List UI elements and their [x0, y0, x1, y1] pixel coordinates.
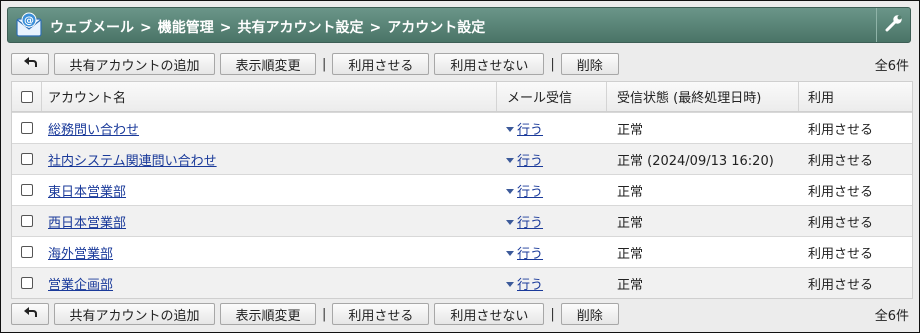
use-cell: 利用させる [808, 246, 874, 262]
status-cell: 正常 [617, 246, 644, 262]
status-cell: 正常 [617, 215, 644, 231]
mail-receive-cell: 行う [497, 144, 607, 174]
row-checkbox-cell [12, 175, 42, 205]
disable-button[interactable]: 利用させない [434, 303, 545, 325]
mail-receive-cell: 行う [497, 237, 607, 267]
status-cell: 正常 [617, 277, 644, 293]
toolbar-divider: | [322, 306, 327, 322]
row-checkbox[interactable] [21, 277, 33, 289]
add-shared-account-button[interactable]: 共有アカウントの追加 [54, 303, 215, 325]
column-header-receive-status[interactable]: 受信状態 (最終処理日時) [607, 82, 799, 111]
column-header-mail-receive[interactable]: メール受信 [497, 82, 607, 111]
table-header-row: アカウント名 メール受信 受信状態 (最終処理日時) 利用 [12, 82, 912, 112]
row-checkbox[interactable] [21, 153, 33, 165]
enable-button[interactable]: 利用させる [332, 303, 430, 325]
account-name-link[interactable]: 東日本営業部 [48, 181, 126, 200]
use-cell: 利用させる [808, 215, 874, 231]
column-header-use[interactable]: 利用 [799, 82, 912, 111]
toolbar-top: 共有アカウントの追加 表示順変更 | 利用させる 利用させない | 削除 全6件 [11, 53, 911, 75]
change-order-button[interactable]: 表示順変更 [220, 303, 316, 325]
account-name-link[interactable]: 総務問い合わせ [48, 119, 139, 138]
table-row: 総務問い合わせ 行う 正常 利用させる [12, 112, 912, 143]
table-row: 海外営業部 行う 正常 利用させる [12, 236, 912, 267]
mail-receive-cell: 行う [497, 206, 607, 236]
account-name-link[interactable]: 西日本営業部 [48, 212, 126, 231]
column-header-account-name[interactable]: アカウント名 [42, 82, 497, 111]
use-cell: 利用させる [808, 184, 874, 200]
enable-button[interactable]: 利用させる [332, 53, 430, 75]
back-arrow-icon [23, 306, 37, 322]
breadcrumb-item-function-management[interactable]: 機能管理 [158, 20, 214, 36]
status-cell: 正常 [617, 184, 644, 200]
mail-receive-link[interactable]: 行う [517, 243, 543, 262]
accounts-table: アカウント名 メール受信 受信状態 (最終処理日時) 利用 総務問い合わせ 行う… [11, 81, 913, 299]
disable-button[interactable]: 利用させない [434, 53, 545, 75]
delete-button[interactable]: 削除 [560, 53, 619, 75]
triangle-down-icon[interactable] [506, 157, 514, 163]
row-checkbox-cell [12, 206, 42, 236]
wrench-icon [884, 13, 904, 37]
change-order-button[interactable]: 表示順変更 [220, 53, 316, 75]
breadcrumb-item-shared-account-settings[interactable]: 共有アカウント設定 [237, 20, 363, 36]
table-row: 東日本営業部 行う 正常 利用させる [12, 174, 912, 205]
status-cell: 正常 [617, 122, 644, 138]
svg-text:@: @ [24, 16, 34, 27]
total-count: 全6件 [874, 308, 909, 324]
back-button[interactable] [11, 303, 49, 325]
select-all-checkbox[interactable] [20, 90, 33, 103]
row-checkbox[interactable] [21, 246, 33, 258]
mail-receive-link[interactable]: 行う [517, 274, 543, 293]
use-cell: 利用させる [808, 153, 874, 169]
row-checkbox-cell [12, 268, 42, 298]
breadcrumb-separator: > [219, 20, 232, 36]
triangle-down-icon[interactable] [506, 281, 514, 287]
triangle-down-icon[interactable] [506, 250, 514, 256]
select-all-cell [12, 82, 42, 111]
breadcrumb-item-webmail[interactable]: ウェブメール [50, 20, 134, 36]
back-arrow-icon [23, 56, 37, 72]
account-name-link[interactable]: 海外営業部 [48, 243, 113, 262]
row-checkbox[interactable] [21, 184, 33, 196]
breadcrumb-separator: > [369, 20, 382, 36]
row-checkbox[interactable] [21, 122, 33, 134]
use-cell: 利用させる [808, 277, 874, 293]
total-count: 全6件 [874, 58, 909, 74]
add-shared-account-button[interactable]: 共有アカウントの追加 [54, 53, 215, 75]
mail-receive-link[interactable]: 行う [517, 150, 543, 169]
triangle-down-icon[interactable] [506, 219, 514, 225]
toolbar-bottom: 共有アカウントの追加 表示順変更 | 利用させる 利用させない | 削除 全6件 [11, 303, 911, 325]
triangle-down-icon[interactable] [506, 126, 514, 132]
breadcrumb-separator: > [140, 20, 152, 36]
mail-receive-cell: 行う [497, 175, 607, 205]
breadcrumb-item-account-settings: アカウント設定 [387, 20, 486, 36]
account-name-link[interactable]: 社内システム関連問い合わせ [48, 150, 217, 169]
breadcrumb: ウェブメール > 機能管理 > 共有アカウント設定 > アカウント設定 [50, 17, 485, 37]
table-row: 営業企画部 行う 正常 利用させる [12, 267, 912, 298]
status-cell: 正常 (2024/09/13 16:20) [617, 153, 774, 169]
delete-button[interactable]: 削除 [560, 303, 619, 325]
table-row: 社内システム関連問い合わせ 行う 正常 (2024/09/13 16:20) 利… [12, 143, 912, 174]
row-checkbox-cell [12, 237, 42, 267]
mail-receive-cell: 行う [497, 268, 607, 298]
triangle-down-icon[interactable] [506, 188, 514, 194]
webmail-envelope-icon: @ [16, 12, 42, 38]
back-button[interactable] [11, 53, 49, 75]
mail-receive-link[interactable]: 行う [517, 181, 543, 200]
toolbar-divider: | [550, 306, 555, 322]
settings-button[interactable] [876, 8, 910, 42]
use-cell: 利用させる [808, 122, 874, 138]
main-frame: @ ウェブメール > 機能管理 > 共有アカウント設定 > アカウント設定 共有… [0, 0, 920, 333]
row-checkbox-cell [12, 144, 42, 174]
toolbar-divider: | [550, 56, 555, 72]
row-checkbox[interactable] [21, 215, 33, 227]
row-checkbox-cell [12, 113, 42, 143]
mail-receive-link[interactable]: 行う [517, 119, 543, 138]
mail-receive-cell: 行う [497, 113, 607, 143]
title-bar: @ ウェブメール > 機能管理 > 共有アカウント設定 > アカウント設定 [7, 7, 911, 43]
table-row: 西日本営業部 行う 正常 利用させる [12, 205, 912, 236]
toolbar-divider: | [322, 56, 327, 72]
account-name-link[interactable]: 営業企画部 [48, 274, 113, 293]
mail-receive-link[interactable]: 行う [517, 212, 543, 231]
